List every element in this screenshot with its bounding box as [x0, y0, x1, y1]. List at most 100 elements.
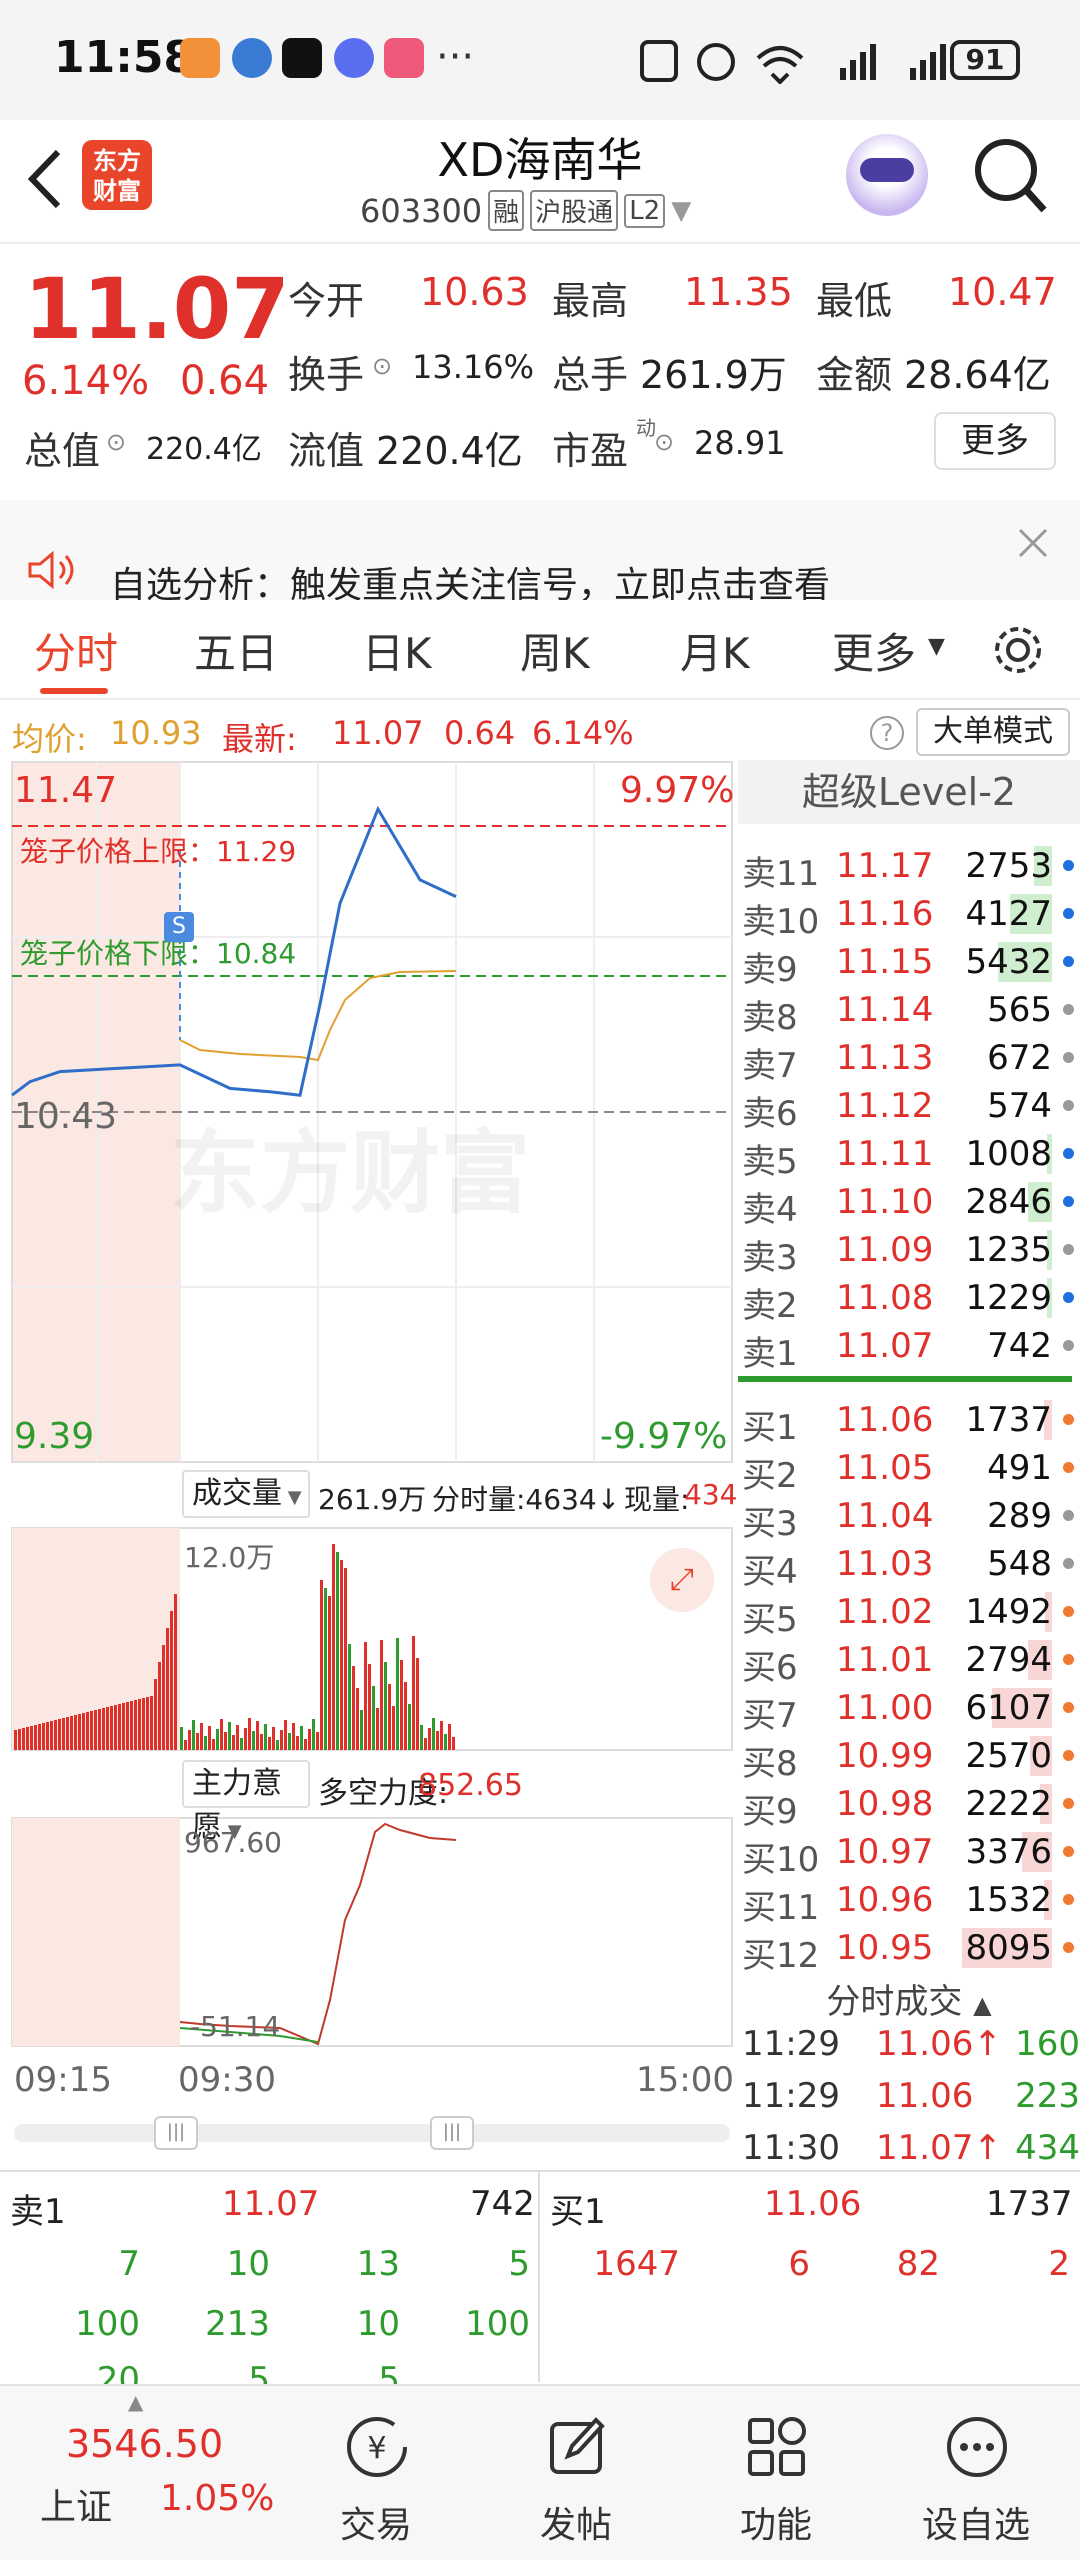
search-icon[interactable] — [972, 136, 1048, 216]
help-icon[interactable]: ? — [870, 716, 904, 750]
more-button[interactable]: 更多 — [934, 412, 1056, 470]
level-price: 11.00 — [836, 1688, 934, 1728]
volume-bar — [208, 1726, 211, 1750]
ask-row[interactable]: 卖2 11.08 1229 — [738, 1274, 1080, 1326]
tab-monthly-k[interactable]: 月K — [680, 620, 750, 681]
bid-row[interactable]: 买7 11.00 6107 — [738, 1684, 1080, 1736]
status-dot-icon — [1063, 956, 1074, 967]
bid-row[interactable]: 买4 11.03 548 — [738, 1540, 1080, 1592]
level-price: 11.12 — [836, 1086, 934, 1126]
large-order-mode-button[interactable]: 大单模式 — [916, 708, 1070, 756]
ask-row[interactable]: 卖11 11.17 2753 — [738, 842, 1080, 894]
volume-bar — [196, 1733, 199, 1750]
chevron-down-icon[interactable]: ▼ — [671, 196, 691, 226]
info-icon[interactable]: ⊙ — [372, 352, 392, 380]
ask-row[interactable]: 卖6 11.12 574 — [738, 1082, 1080, 1134]
volume-bar — [192, 1720, 195, 1750]
bid-row[interactable]: 买12 10.95 8095 — [738, 1924, 1080, 1976]
chevron-up-icon: ▲ — [973, 1991, 992, 2019]
volume-bar — [412, 1636, 415, 1750]
ask-row[interactable]: 卖9 11.15 5432 — [738, 938, 1080, 990]
bid-row[interactable]: 买8 10.99 2570 — [738, 1732, 1080, 1784]
bid-row[interactable]: 买5 11.02 1492 — [738, 1588, 1080, 1640]
assistant-robot-icon[interactable] — [846, 134, 928, 216]
bid-row[interactable]: 买10 10.97 3376 — [738, 1828, 1080, 1880]
level-volume: 6107 — [965, 1688, 1052, 1728]
volume-bar — [432, 1718, 435, 1750]
level-price: 11.15 — [836, 942, 934, 982]
ask-row[interactable]: 卖5 11.11 1008 — [738, 1130, 1080, 1182]
ask-row[interactable]: 卖7 11.13 672 — [738, 1034, 1080, 1086]
scrubber-left-handle[interactable]: ||| — [154, 2116, 198, 2150]
expand-icon[interactable]: ⤢ — [650, 1548, 714, 1612]
y-axis-top: 11.47 — [14, 770, 118, 811]
range-scrubber[interactable]: ||| ||| — [14, 2116, 730, 2150]
ask-row[interactable]: 卖1 11.07 742 — [738, 1322, 1080, 1374]
volume-bar — [220, 1719, 223, 1750]
bid-row[interactable]: 买1 11.06 1737 — [738, 1396, 1080, 1448]
queue-buy-price: 11.06 — [764, 2184, 862, 2224]
tab-more[interactable]: 更多 — [832, 620, 916, 681]
volume-bar — [360, 1710, 363, 1750]
tab-intraday[interactable]: 分时 — [34, 620, 118, 681]
status-dot-icon — [1063, 1340, 1074, 1351]
level-label: 买6 — [742, 1648, 798, 1688]
volume-bar — [428, 1728, 431, 1750]
queue-buy-label: 买1 — [550, 2192, 606, 2232]
bid-row[interactable]: 买2 11.05 491 — [738, 1444, 1080, 1496]
tab-daily-k[interactable]: 日K — [362, 620, 432, 681]
level-volume: 672 — [987, 1038, 1052, 1078]
bid-row[interactable]: 买9 10.98 2222 — [738, 1780, 1080, 1832]
s-marker[interactable]: S — [164, 912, 194, 942]
tab-five-day[interactable]: 五日 — [194, 620, 278, 681]
time-sales-header[interactable]: 分时成交 ▲ — [738, 1974, 1080, 2023]
settings-gear-icon[interactable] — [990, 622, 1046, 678]
level-volume: 1737 — [965, 1400, 1052, 1440]
music-notification-icon — [334, 38, 374, 78]
close-icon[interactable] — [1016, 526, 1050, 560]
queue-order: 100 — [465, 2304, 530, 2344]
scrubber-right-handle[interactable]: ||| — [430, 2116, 474, 2150]
nav-add-watchlist[interactable]: 设自选 — [876, 2386, 1076, 2562]
trade-time: 11:29 — [742, 2024, 840, 2064]
chevron-down-icon[interactable]: ▼ — [928, 634, 945, 659]
ask-row[interactable]: 卖4 11.10 2846 — [738, 1178, 1080, 1230]
level-volume: 2794 — [965, 1640, 1052, 1680]
index-ticker[interactable]: ▲ 3546.50 上证 1.05% — [0, 2386, 300, 2562]
volume-bar — [344, 1568, 347, 1750]
volume-bar — [376, 1708, 379, 1750]
margin-tag: 融 — [488, 190, 525, 231]
volume-bar — [184, 1740, 187, 1750]
volume-bar — [404, 1682, 407, 1750]
volume-total: 261.9万 — [318, 1483, 427, 1516]
main-force-selector[interactable]: 主力意愿 ▼ — [182, 1760, 310, 1845]
intraday-chart[interactable]: 11.47 10.43 9.39 9.97% -9.97% 笼子价格上限：11.… — [0, 760, 737, 2100]
index-value: 3546.50 — [66, 2422, 224, 2466]
pe-dynamic-mark: 动 — [636, 416, 656, 440]
bid-row[interactable]: 买3 11.04 289 — [738, 1492, 1080, 1544]
level-price: 11.01 — [836, 1640, 934, 1680]
volume-bar — [114, 1705, 117, 1750]
float-value: 220.4亿 — [376, 429, 523, 473]
change-amount: 0.64 — [180, 358, 270, 404]
signal-banner[interactable]: 自选分析：触发重点关注信号，立即点击查看 — [0, 500, 1080, 606]
level-price: 10.95 — [836, 1928, 934, 1968]
level-label: 买10 — [742, 1840, 820, 1880]
nav-trade[interactable]: ¥ 交易 — [276, 2386, 476, 2562]
tab-weekly-k[interactable]: 周K — [520, 620, 590, 681]
bid-row[interactable]: 买6 11.01 2794 — [738, 1636, 1080, 1688]
ask-row[interactable]: 卖10 11.16 4127 — [738, 890, 1080, 942]
info-icon[interactable]: ⊙ — [106, 428, 126, 456]
queue-order: 6 — [788, 2244, 810, 2284]
info-icon[interactable]: ⊙ — [654, 428, 674, 456]
trade-volume: 434 — [1015, 2128, 1080, 2168]
volume-selector[interactable]: 成交量 ▼ — [182, 1470, 310, 1518]
ask-row[interactable]: 卖3 11.09 1235 — [738, 1226, 1080, 1278]
volume-bar — [368, 1664, 371, 1750]
ask-row[interactable]: 卖8 11.14 565 — [738, 986, 1080, 1038]
bid-row[interactable]: 买11 10.96 1532 — [738, 1876, 1080, 1928]
status-dot-icon — [1063, 1798, 1074, 1809]
nav-functions[interactable]: 功能 — [676, 2386, 876, 2562]
nav-post[interactable]: 发帖 — [476, 2386, 676, 2562]
status-dot-icon — [1063, 1894, 1074, 1905]
